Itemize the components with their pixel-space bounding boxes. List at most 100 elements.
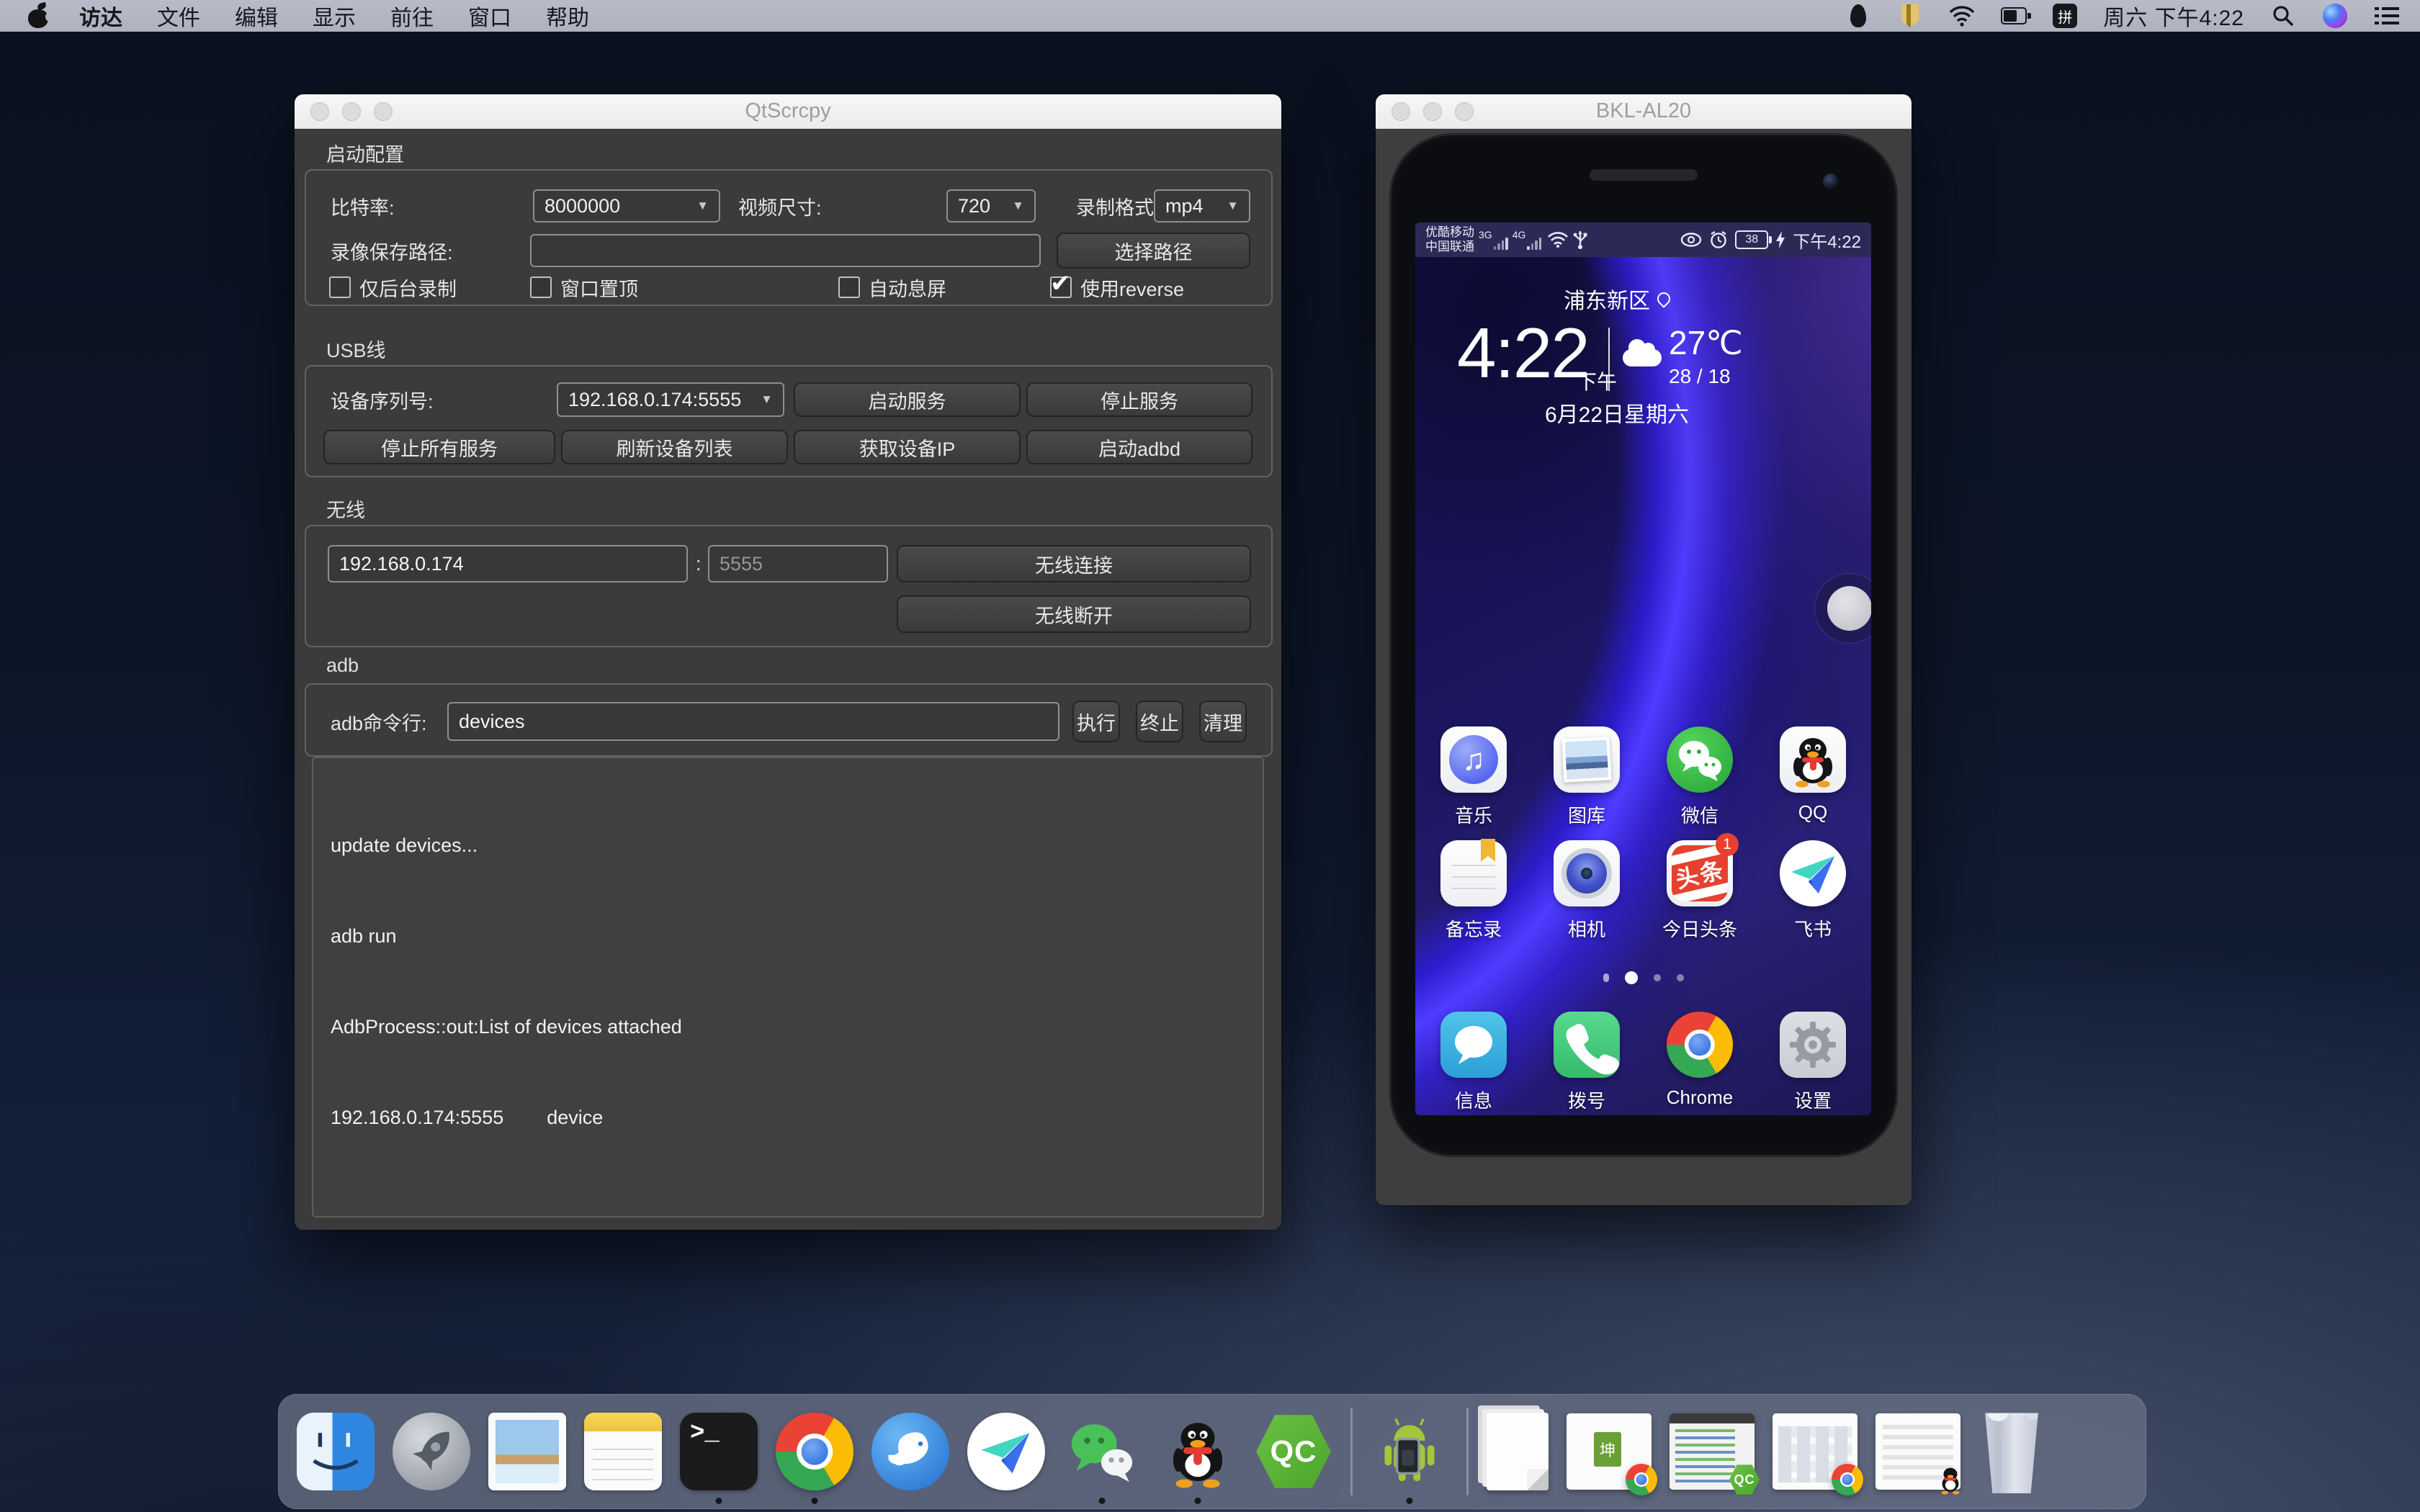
record-path-label: 录像保存路径: (331, 234, 453, 267)
app-label: 设置 (1794, 1086, 1832, 1113)
menubar-clock[interactable]: 周六 下午4:22 (2103, 0, 2244, 32)
page-dot[interactable] (1677, 974, 1684, 981)
adb-kill-button[interactable]: 终止 (1136, 701, 1183, 742)
dock-trash-icon[interactable] (1978, 1410, 2045, 1493)
status-bar-right: 38 下午4:22 (1680, 228, 1861, 253)
minimized-window-webpage[interactable] (1773, 1413, 1857, 1490)
bitrate-combo[interactable]: 8000000▼ (533, 189, 720, 222)
menu-edit[interactable]: 编辑 (218, 0, 295, 32)
video-size-combo[interactable]: 720▼ (946, 189, 1036, 222)
sealion-glyph (871, 1413, 949, 1490)
menu-view[interactable]: 显示 (295, 0, 373, 32)
spotlight-search-icon[interactable] (2270, 3, 2296, 29)
page-dot-active[interactable] (1625, 971, 1638, 984)
adb-clear-button[interactable]: 清理 (1199, 701, 1247, 742)
assistive-floating-ball[interactable] (1827, 586, 1871, 631)
zoom-button[interactable] (374, 102, 393, 121)
menu-finder[interactable]: 访达 (62, 0, 140, 32)
wireless-disconnect-button[interactable]: 无线断开 (897, 595, 1251, 633)
notification-center-icon[interactable] (2374, 3, 2400, 29)
phone-screen[interactable]: 优酷移动 中国联通 3G 4G (1415, 222, 1871, 1115)
app-toutiao[interactable]: 头条 1 今日头条 (1647, 840, 1752, 942)
wireless-connect-button[interactable]: 无线连接 (897, 545, 1251, 582)
battery-icon[interactable] (2001, 3, 2027, 29)
dock-mail-icon[interactable] (488, 1413, 566, 1490)
phone-titlebar[interactable]: BKL-AL20 (1376, 94, 1912, 129)
start-adbd-button[interactable]: 启动adbd (1026, 430, 1252, 464)
lens-blue (1567, 853, 1607, 894)
checkbox-always-on-top[interactable]: 窗口置顶 (530, 273, 638, 302)
menu-file[interactable]: 文件 (140, 0, 218, 32)
stop-all-services-button[interactable]: 停止所有服务 (323, 430, 555, 464)
app-messages[interactable]: 信息 (1421, 1012, 1526, 1113)
menu-window[interactable]: 窗口 (451, 0, 529, 32)
video-size-label: 视频尺寸: (738, 189, 822, 222)
wireless-port-input[interactable] (708, 545, 888, 582)
checkbox-background-record[interactable]: 仅后台录制 (329, 273, 457, 302)
minimize-button[interactable] (1423, 102, 1442, 121)
cloud-icon (1623, 349, 1662, 366)
app-settings[interactable]: 设置 (1760, 1012, 1865, 1113)
photo-glyph (1561, 737, 1611, 782)
record-format-combo[interactable]: mp4▼ (1154, 189, 1250, 222)
app-dialer[interactable]: 拨号 (1534, 1012, 1639, 1113)
page-dot-hiboard[interactable] (1603, 973, 1609, 982)
start-service-button[interactable]: 启动服务 (794, 382, 1021, 417)
dock-notes-icon[interactable] (584, 1413, 662, 1490)
feishu-icon (1780, 840, 1846, 906)
device-serial-combo[interactable]: 192.168.0.174:5555▼ (557, 382, 784, 417)
app-chrome[interactable]: Chrome (1647, 1012, 1752, 1113)
zoom-button[interactable] (1455, 102, 1474, 121)
dock-terminal-icon[interactable]: >_ (680, 1413, 758, 1490)
minimized-window-qtscrcpy-code[interactable]: QC (1670, 1413, 1754, 1490)
app-memo[interactable]: 备忘录 (1421, 840, 1526, 942)
list-glyph (2375, 6, 2399, 26)
app-camera[interactable]: 相机 (1534, 840, 1639, 942)
adb-command-input[interactable] (447, 702, 1059, 741)
wireless-ip-input[interactable] (328, 545, 688, 582)
apple-menu-icon[interactable] (26, 2, 50, 30)
dock-feishu-icon[interactable] (967, 1413, 1045, 1490)
get-device-ip-button[interactable]: 获取设备IP (794, 430, 1021, 464)
record-path-input[interactable] (530, 234, 1041, 267)
notes-header (584, 1413, 662, 1431)
stop-service-button[interactable]: 停止服务 (1026, 382, 1252, 417)
minimized-window-chrome-kun[interactable]: 坤 (1567, 1413, 1652, 1490)
dock-documents-stack[interactable] (1487, 1413, 1549, 1490)
dock-scrcpy-android-icon[interactable] (1371, 1413, 1448, 1490)
adb-log-output[interactable]: update devices... adb run AdbProcess::ou… (312, 757, 1264, 1218)
penguin-glyph (1850, 4, 1866, 27)
dock-wechat-icon[interactable] (1063, 1413, 1141, 1490)
app-music[interactable]: ♫ 音乐 (1421, 726, 1526, 828)
menu-help[interactable]: 帮助 (529, 0, 606, 32)
checkbox-use-reverse[interactable]: ✔ 使用reverse (1050, 273, 1184, 302)
dock-sealion-app-icon[interactable] (871, 1413, 949, 1490)
minimized-window-qq-chat[interactable] (1876, 1413, 1960, 1490)
close-button[interactable] (1392, 102, 1410, 121)
minimize-button[interactable] (342, 102, 361, 121)
app-qq[interactable]: QQ (1760, 726, 1865, 828)
qtscrcpy-titlebar[interactable]: QtScrcpy (295, 94, 1281, 129)
siri-icon[interactable] (2322, 3, 2348, 29)
app-label: Chrome (1667, 1086, 1733, 1109)
close-button[interactable] (310, 102, 329, 121)
checkbox-auto-screen-off[interactable]: 自动息屏 (838, 273, 946, 302)
wifi-icon[interactable] (1949, 3, 1975, 29)
dock-qtscrcpy-icon[interactable]: QC (1255, 1413, 1332, 1490)
input-method-icon[interactable]: 拼 (2053, 4, 2077, 28)
app-feishu[interactable]: 飞书 (1760, 840, 1865, 942)
choose-path-button[interactable]: 选择路径 (1057, 233, 1250, 269)
page-dot[interactable] (1654, 974, 1661, 981)
dock-launchpad-icon[interactable] (393, 1413, 470, 1490)
app-gallery[interactable]: 图库 (1534, 726, 1639, 828)
adb-run-button[interactable]: 执行 (1072, 701, 1120, 742)
dock-finder-icon[interactable] (297, 1413, 375, 1490)
clock-weather-widget[interactable]: 浦东新区 4:22 下午 27℃ 28 / 18 6月22日星期六 (1415, 283, 1819, 315)
refresh-device-list-button[interactable]: 刷新设备列表 (561, 430, 788, 464)
menu-go[interactable]: 前往 (373, 0, 451, 32)
app-wechat[interactable]: 微信 (1647, 726, 1752, 828)
qq-menubar-icon[interactable] (1845, 3, 1871, 29)
shield-icon[interactable] (1897, 3, 1923, 29)
dock-qq-icon[interactable] (1159, 1413, 1237, 1490)
dock-chrome-icon[interactable] (776, 1413, 853, 1490)
